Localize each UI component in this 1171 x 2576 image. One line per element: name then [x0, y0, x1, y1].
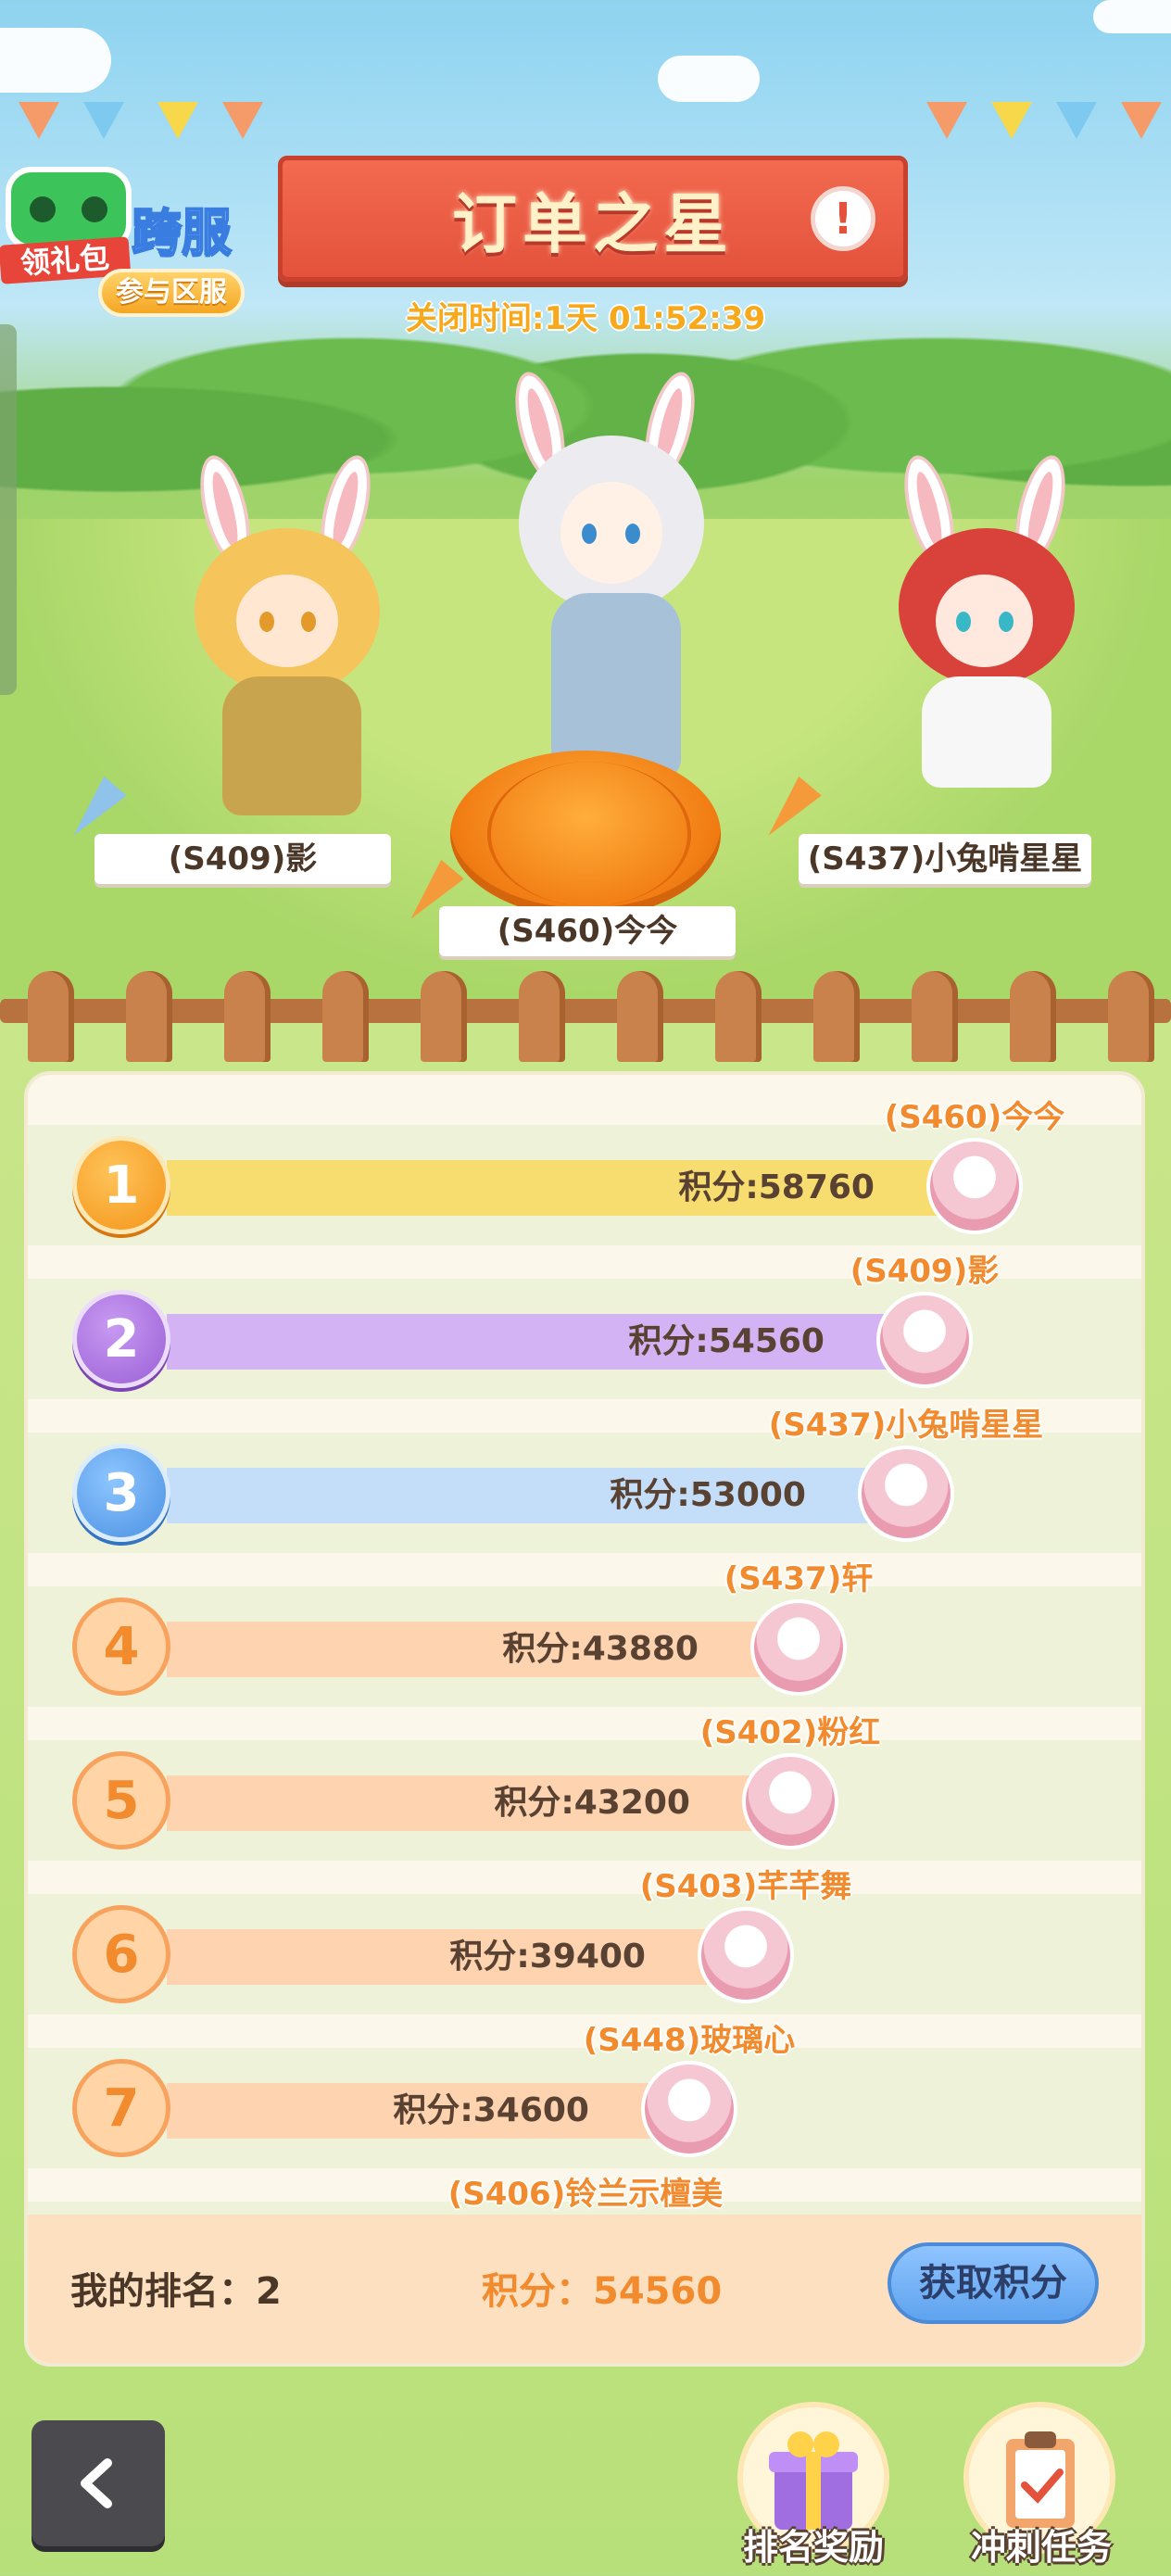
ranking-row[interactable]: 2 积分:54560 (S409)影 [28, 1253, 1141, 1399]
ranking-row[interactable]: 3 积分:53000 (S437)小兔啃星星 [28, 1407, 1141, 1553]
score-text: 积分:43200 [494, 1784, 690, 1822]
player-name: (S403)芊芊舞 [639, 1868, 852, 1905]
ranking-row[interactable]: 6 积分:39400 (S403)芊芊舞 [28, 1868, 1141, 2014]
bunting-flag [157, 102, 198, 139]
player-name: (S437)轩 [724, 1560, 874, 1597]
fence-rail [0, 999, 1171, 1023]
wooden-fence [0, 971, 1171, 1064]
cloud [0, 28, 111, 93]
fence-post [421, 971, 467, 1062]
player-avatar[interactable] [858, 1446, 954, 1542]
player-name: (S437)小兔啃星星 [768, 1407, 1044, 1444]
my-rank-bar: 我的排名：2 积分：54560 获取积分 [28, 2215, 1141, 2363]
fence-post [224, 971, 271, 1062]
fence-post [912, 971, 958, 1062]
character-eye [259, 612, 274, 632]
close-time: 关闭时间:1天 01:52:39 [405, 300, 766, 337]
player-name: (S409)影 [850, 1253, 1000, 1290]
ranking-list[interactable]: 1 积分:58760 (S460)今今 2 积分:54560 (S409)影 3 积分:530… [28, 1075, 1141, 2215]
fence-post [617, 971, 663, 1062]
rank-number-badge: 1 [72, 1136, 170, 1234]
rank-number-badge: 2 [72, 1290, 170, 1388]
character-eye [301, 612, 316, 632]
score-text: 积分:43880 [502, 1630, 699, 1668]
fence-post [813, 971, 860, 1062]
fence-post [519, 971, 565, 1062]
ranking-panel: 1 积分:58760 (S460)今今 2 积分:54560 (S409)影 3 积分:530… [24, 1071, 1145, 2367]
player-name: (S460)今今 [884, 1099, 1065, 1136]
podium-name-third: (S437)小兔啃星星 [799, 834, 1091, 884]
score-text: 积分:58760 [678, 1168, 875, 1206]
pumpkin-podium [450, 751, 721, 917]
podium-character-second[interactable] [185, 445, 408, 834]
player-avatar[interactable] [698, 1907, 794, 2003]
bunting-flag [83, 102, 124, 139]
score-text: 积分:54560 [628, 1322, 825, 1360]
exclamation-icon[interactable]: ! [811, 186, 875, 251]
fence-post [1108, 971, 1154, 1062]
character-eye [956, 612, 971, 632]
my-rank-label: 我的排名：2 [70, 2270, 282, 2313]
podium-character-first[interactable] [500, 367, 723, 797]
player-avatar[interactable] [876, 1292, 973, 1388]
bunting-flag [19, 102, 59, 139]
character-face [560, 482, 662, 584]
character-body [222, 676, 361, 815]
fence-post [322, 971, 369, 1062]
back-button[interactable] [31, 2420, 165, 2546]
fence-post [126, 971, 172, 1062]
bunting-flag [222, 102, 263, 139]
ranking-row[interactable]: 4 积分:43880 (S437)轩 [28, 1560, 1141, 1707]
bunting-flag [926, 102, 967, 139]
fence-post [715, 971, 762, 1062]
player-name: (S402)粉红 [699, 1714, 881, 1751]
player-name: (S448)玻璃心 [583, 2022, 796, 2059]
ranking-row[interactable]: 7 积分:34600 (S448)玻璃心 [28, 2022, 1141, 2168]
bunting-flag [991, 102, 1032, 139]
character-eye [625, 524, 640, 544]
podium-name-second: (S409)影 [94, 834, 391, 884]
score-text: 积分:34600 [393, 2091, 589, 2129]
ranking-row[interactable]: (S406)铃兰示檀美 [28, 2176, 1141, 2215]
player-avatar[interactable] [750, 1599, 847, 1696]
rank-number-badge: 6 [72, 1905, 170, 2003]
character-body [922, 676, 1051, 788]
cross-server-label: 跨服 [131, 202, 233, 262]
cloud [1093, 0, 1171, 33]
bunting-flag [1121, 102, 1162, 139]
cloud [658, 56, 760, 102]
my-score-label: 积分：54560 [482, 2270, 723, 2313]
bunting-flag [1056, 102, 1097, 139]
get-points-button[interactable]: 获取积分 [888, 2242, 1099, 2324]
page-title: 订单之星 [452, 185, 734, 262]
rank-number-badge: 4 [72, 1597, 170, 1696]
rank-number-badge: 5 [72, 1751, 170, 1850]
character-eye [999, 612, 1014, 632]
score-text: 积分:39400 [449, 1938, 646, 1976]
side-drawer-handle[interactable] [0, 324, 17, 695]
chevron-left-icon [81, 2458, 112, 2508]
player-avatar[interactable] [641, 2061, 737, 2157]
ranking-row[interactable]: 5 积分:43200 (S402)粉红 [28, 1714, 1141, 1861]
title-banner: 订单之星 ! [278, 156, 908, 282]
character-face [936, 575, 1033, 667]
rank-reward-label: 排名奖励 [742, 2527, 884, 2568]
character-face [236, 575, 338, 667]
score-text: 积分:53000 [610, 1476, 806, 1514]
player-avatar[interactable] [742, 1753, 838, 1850]
rank-number-badge: 3 [72, 1444, 170, 1542]
ranking-row[interactable]: 1 积分:58760 (S460)今今 [28, 1099, 1141, 1245]
podium-name-first: (S460)今今 [439, 906, 736, 956]
sprint-task-label: 冲刺任务 [970, 2527, 1112, 2568]
podium-character-third[interactable] [880, 445, 1102, 834]
player-avatar[interactable] [926, 1138, 1023, 1234]
player-name: (S406)铃兰示檀美 [447, 2176, 724, 2213]
gift-pack-button[interactable]: 领礼包 [0, 158, 139, 284]
rank-number-badge: 7 [72, 2059, 170, 2157]
character-eye [582, 524, 597, 544]
fence-post [28, 971, 74, 1062]
fence-post [1010, 971, 1056, 1062]
